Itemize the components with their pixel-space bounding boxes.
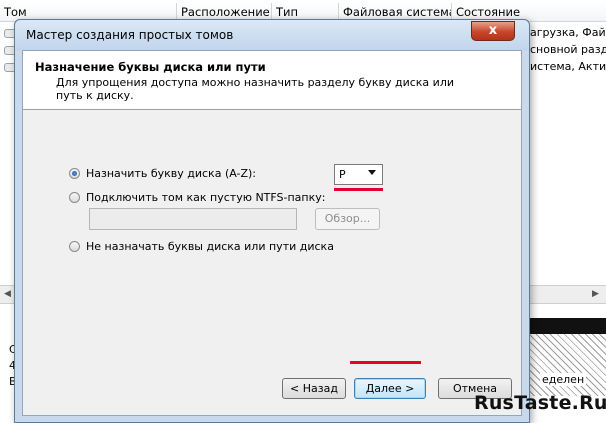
close-button[interactable]: x [471,21,515,41]
scroll-left-icon[interactable]: ◀ [4,289,11,299]
option-no-letter-label: Не назначать буквы диска или пути диска [86,240,334,253]
unallocated-label: еделен [540,373,587,386]
option-mount-folder-label: Подключить том как пустую NTFS-папку: [86,191,326,204]
page-subtitle: Для упрощения доступа можно назначить ра… [56,76,454,102]
option-mount-folder[interactable]: Подключить том как пустую NTFS-папку: [69,191,325,204]
window-title: Мастер создания простых томов [26,28,234,42]
site-watermark: RusTaste.Ru [474,392,606,414]
volume-row-status[interactable]: сновной раздел [530,43,606,56]
title-bar[interactable]: Мастер создания простых томов x [15,20,529,50]
unallocated-header-bar [528,318,606,334]
drive-letter-select[interactable]: P [334,164,383,185]
close-icon: x [488,23,498,38]
new-simple-volume-wizard: Мастер создания простых томов x Назначен… [14,19,530,423]
radio-unselected-icon[interactable] [69,192,80,203]
unallocated-partition[interactable] [528,334,606,396]
folder-path-input[interactable] [89,208,297,230]
highlight-underline [334,188,383,191]
back-button[interactable]: < Назад [282,378,346,399]
volume-row-status[interactable]: агрузка, Файл [530,26,606,39]
wizard-header-panel: Назначение буквы диска или пути Для упро… [23,51,521,110]
radio-unselected-icon[interactable] [69,241,80,252]
dropdown-arrow-icon [368,170,376,175]
page-title: Назначение буквы диска или пути [35,60,266,74]
next-button[interactable]: Далее > [354,378,426,399]
radio-selected-icon[interactable] [69,168,80,179]
volume-row-status[interactable]: истема, Акти [530,60,606,73]
browse-button[interactable]: Обзор... [315,208,380,230]
highlight-underline [350,361,421,364]
wizard-content: Назначение буквы диска или пути Для упро… [22,50,522,416]
option-assign-letter-label: Назначить букву диска (A-Z): [86,167,257,180]
drive-letter-value: P [339,168,346,181]
scroll-right-icon[interactable]: ▶ [592,289,599,299]
option-assign-letter[interactable]: Назначить букву диска (A-Z): [69,167,256,180]
option-no-letter[interactable]: Не назначать буквы диска или пути диска [69,240,334,253]
